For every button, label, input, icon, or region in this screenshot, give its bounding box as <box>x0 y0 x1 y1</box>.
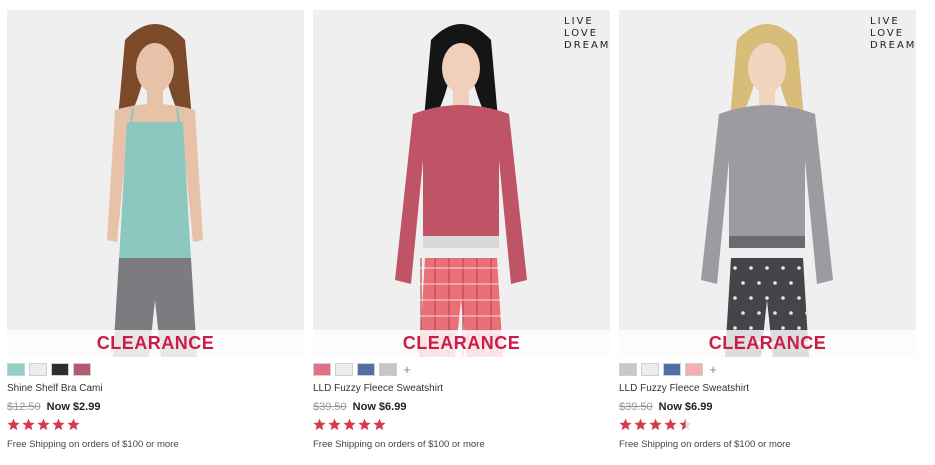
color-swatch[interactable] <box>663 362 681 376</box>
sale-price: Now $6.99 <box>352 401 407 413</box>
color-swatch[interactable] <box>379 362 397 376</box>
price-row: $39.50 Now $6.99 <box>619 401 712 413</box>
product-image[interactable]: LIVE LOVE DREAM CLEARANCE <box>313 10 610 357</box>
product-card[interactable]: LIVE LOVE DREAM CLEARANCE + LLD Fuzzy Fleec… <box>313 10 610 465</box>
star-icon <box>373 418 386 431</box>
star-rating <box>619 418 692 431</box>
product-name[interactable]: Shine Shelf Bra Cami <box>7 383 103 394</box>
product-card[interactable]: LIVE LOVE DREAM CLEARANCE + LLD Fuzzy Fleec… <box>619 10 916 465</box>
star-icon <box>343 418 356 431</box>
star-icon <box>679 418 692 431</box>
star-icon <box>22 418 35 431</box>
product-image[interactable]: LIVE LOVE DREAM CLEARANCE <box>619 10 916 357</box>
clearance-banner: CLEARANCE <box>7 330 304 357</box>
color-swatch[interactable] <box>7 362 25 376</box>
star-icon <box>7 418 20 431</box>
model-photo <box>107 24 203 357</box>
original-price: $39.50 <box>619 401 653 413</box>
star-rating <box>7 418 80 431</box>
star-icon <box>37 418 50 431</box>
clearance-banner: CLEARANCE <box>313 330 610 357</box>
color-swatch[interactable] <box>313 362 331 376</box>
color-swatches: + <box>619 362 719 376</box>
star-rating <box>313 418 386 431</box>
color-swatch[interactable] <box>29 362 47 376</box>
color-swatch[interactable] <box>619 362 637 376</box>
color-swatch[interactable] <box>73 362 91 376</box>
price-row: $12.50 Now $2.99 <box>7 401 100 413</box>
color-swatch[interactable] <box>641 362 659 376</box>
clearance-banner: CLEARANCE <box>619 330 916 357</box>
shipping-note: Free Shipping on orders of $100 or more <box>7 439 179 450</box>
clearance-label: CLEARANCE <box>402 333 521 353</box>
color-swatch[interactable] <box>335 362 353 376</box>
model-photo <box>701 24 833 357</box>
color-swatches <box>7 362 91 376</box>
star-icon <box>619 418 632 431</box>
more-colors-icon[interactable]: + <box>401 363 413 376</box>
product-name[interactable]: LLD Fuzzy Fleece Sweatshirt <box>619 383 749 394</box>
product-image[interactable]: CLEARANCE <box>7 10 304 357</box>
brand-logo: LIVE LOVE DREAM <box>870 16 916 51</box>
star-icon <box>634 418 647 431</box>
sale-price: Now $2.99 <box>46 401 101 413</box>
product-card[interactable]: CLEARANCE Shine Shelf Bra Cami $12.50 Now $… <box>7 10 304 465</box>
star-icon <box>664 418 677 431</box>
more-colors-icon[interactable]: + <box>707 363 719 376</box>
star-icon <box>358 418 371 431</box>
color-swatch[interactable] <box>51 362 69 376</box>
clearance-label: CLEARANCE <box>96 333 215 353</box>
star-icon <box>328 418 341 431</box>
star-icon <box>649 418 662 431</box>
brand-logo: LIVE LOVE DREAM <box>564 16 610 51</box>
color-swatches: + <box>313 362 413 376</box>
model-photo <box>395 24 527 357</box>
clearance-label: CLEARANCE <box>708 333 827 353</box>
original-price: $39.50 <box>313 401 347 413</box>
shipping-note: Free Shipping on orders of $100 or more <box>619 439 791 450</box>
shipping-note: Free Shipping on orders of $100 or more <box>313 439 485 450</box>
price-row: $39.50 Now $6.99 <box>313 401 406 413</box>
star-icon <box>313 418 326 431</box>
star-icon <box>52 418 65 431</box>
original-price: $12.50 <box>7 401 41 413</box>
color-swatch[interactable] <box>685 362 703 376</box>
star-icon <box>67 418 80 431</box>
sale-price: Now $6.99 <box>658 401 713 413</box>
product-name[interactable]: LLD Fuzzy Fleece Sweatshirt <box>313 383 443 394</box>
color-swatch[interactable] <box>357 362 375 376</box>
